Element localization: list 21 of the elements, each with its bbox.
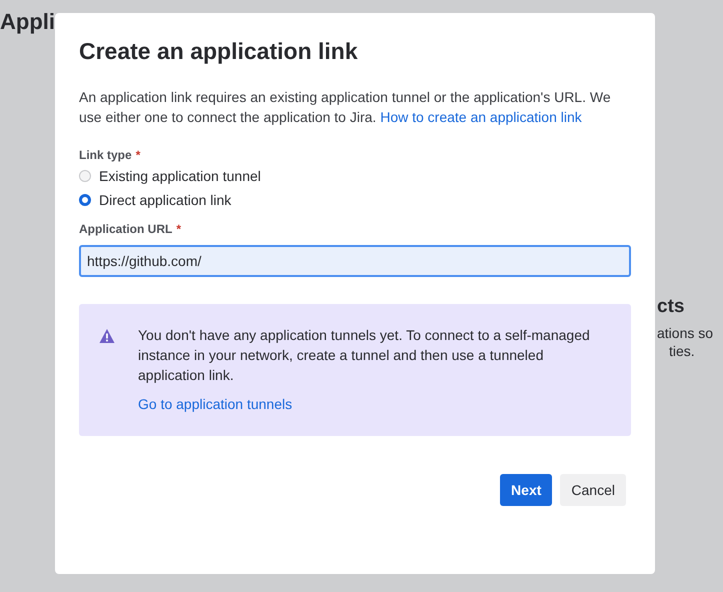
radio-button[interactable] — [79, 194, 91, 206]
next-button[interactable]: Next — [500, 474, 552, 506]
radio-label[interactable]: Direct application link — [99, 190, 232, 210]
cancel-button[interactable]: Cancel — [560, 474, 626, 506]
field-label: Link type — [79, 148, 132, 162]
dialog-title: Create an application link — [79, 37, 359, 65]
radio-label[interactable]: Existing application tunnel — [99, 166, 261, 186]
notice-text: You don't have any application tunnels yet. To connect to a self-managed instance in your network, create a tunnel and then use a tunneled application link. — [138, 326, 591, 385]
url-input-field[interactable]: https://github.com/ — [79, 245, 631, 277]
warning-icon — [98, 328, 116, 344]
help-link[interactable]: How to create an application link — [380, 109, 582, 125]
field-label: Application URL — [79, 222, 172, 236]
required-mark: * — [176, 222, 181, 236]
radio-button[interactable] — [79, 170, 91, 182]
section-text: ties. — [668, 342, 695, 361]
required-mark: * — [136, 148, 140, 162]
section-heading: cts — [657, 295, 684, 319]
page-title: Appli — [0, 8, 55, 36]
description-text: An application link requires an existing application tunnel or the application's URL. We use either one to connect the application to Jira. How to create an application link — [79, 88, 612, 127]
tunnels-link[interactable]: Go to application tunnels — [138, 396, 292, 412]
section-text: ations so — [657, 324, 714, 343]
